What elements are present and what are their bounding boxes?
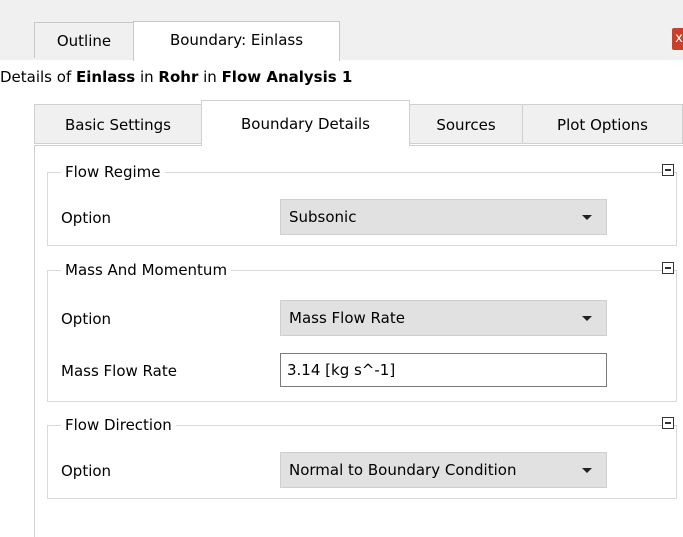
flow-regime-option-label: Option: [61, 209, 112, 227]
details-parent: Rohr: [158, 68, 199, 86]
tab-outline[interactable]: Outline: [34, 22, 134, 58]
collapse-icon[interactable]: [662, 262, 674, 274]
chevron-down-icon: [582, 316, 592, 321]
mass-momentum-option-value: Mass Flow Rate: [289, 309, 405, 327]
chevron-down-icon: [582, 468, 592, 473]
tab-boundary-details[interactable]: Boundary Details: [201, 100, 410, 146]
flow-regime-option-value: Subsonic: [289, 208, 357, 226]
mass-momentum-option-label: Option: [61, 310, 112, 328]
mass-flow-rate-input[interactable]: 3.14 [kg s^-1]: [280, 353, 607, 387]
details-object: Einlass: [76, 68, 136, 86]
flow-direction-option-label: Option: [61, 462, 112, 480]
details-prefix: Details of: [0, 68, 76, 86]
flow-direction-option-select[interactable]: Normal to Boundary Condition: [280, 452, 607, 488]
details-in-1: in: [135, 68, 159, 86]
close-icon[interactable]: x: [672, 28, 683, 50]
details-in-2: in: [198, 68, 222, 86]
mass-momentum-option-select[interactable]: Mass Flow Rate: [280, 300, 607, 336]
chevron-down-icon: [582, 215, 592, 220]
tab-boundary-einlass[interactable]: Boundary: Einlass: [133, 21, 340, 61]
flow-direction-option-value: Normal to Boundary Condition: [289, 461, 517, 479]
flow-regime-title: Flow Regime: [61, 161, 165, 183]
collapse-icon[interactable]: [662, 164, 674, 176]
tab-sources[interactable]: Sources: [409, 104, 523, 144]
collapse-icon[interactable]: [662, 417, 674, 429]
mass-flow-rate-label: Mass Flow Rate: [61, 362, 177, 380]
details-breadcrumb: Details of Einlass in Rohr in Flow Analy…: [0, 65, 352, 89]
mass-momentum-title: Mass And Momentum: [61, 259, 232, 281]
tab-plot-options[interactable]: Plot Options: [522, 104, 683, 144]
flow-direction-title: Flow Direction: [61, 414, 176, 436]
details-analysis: Flow Analysis 1: [221, 68, 353, 86]
flow-regime-option-select[interactable]: Subsonic: [280, 199, 607, 235]
tab-basic-settings[interactable]: Basic Settings: [34, 104, 202, 144]
